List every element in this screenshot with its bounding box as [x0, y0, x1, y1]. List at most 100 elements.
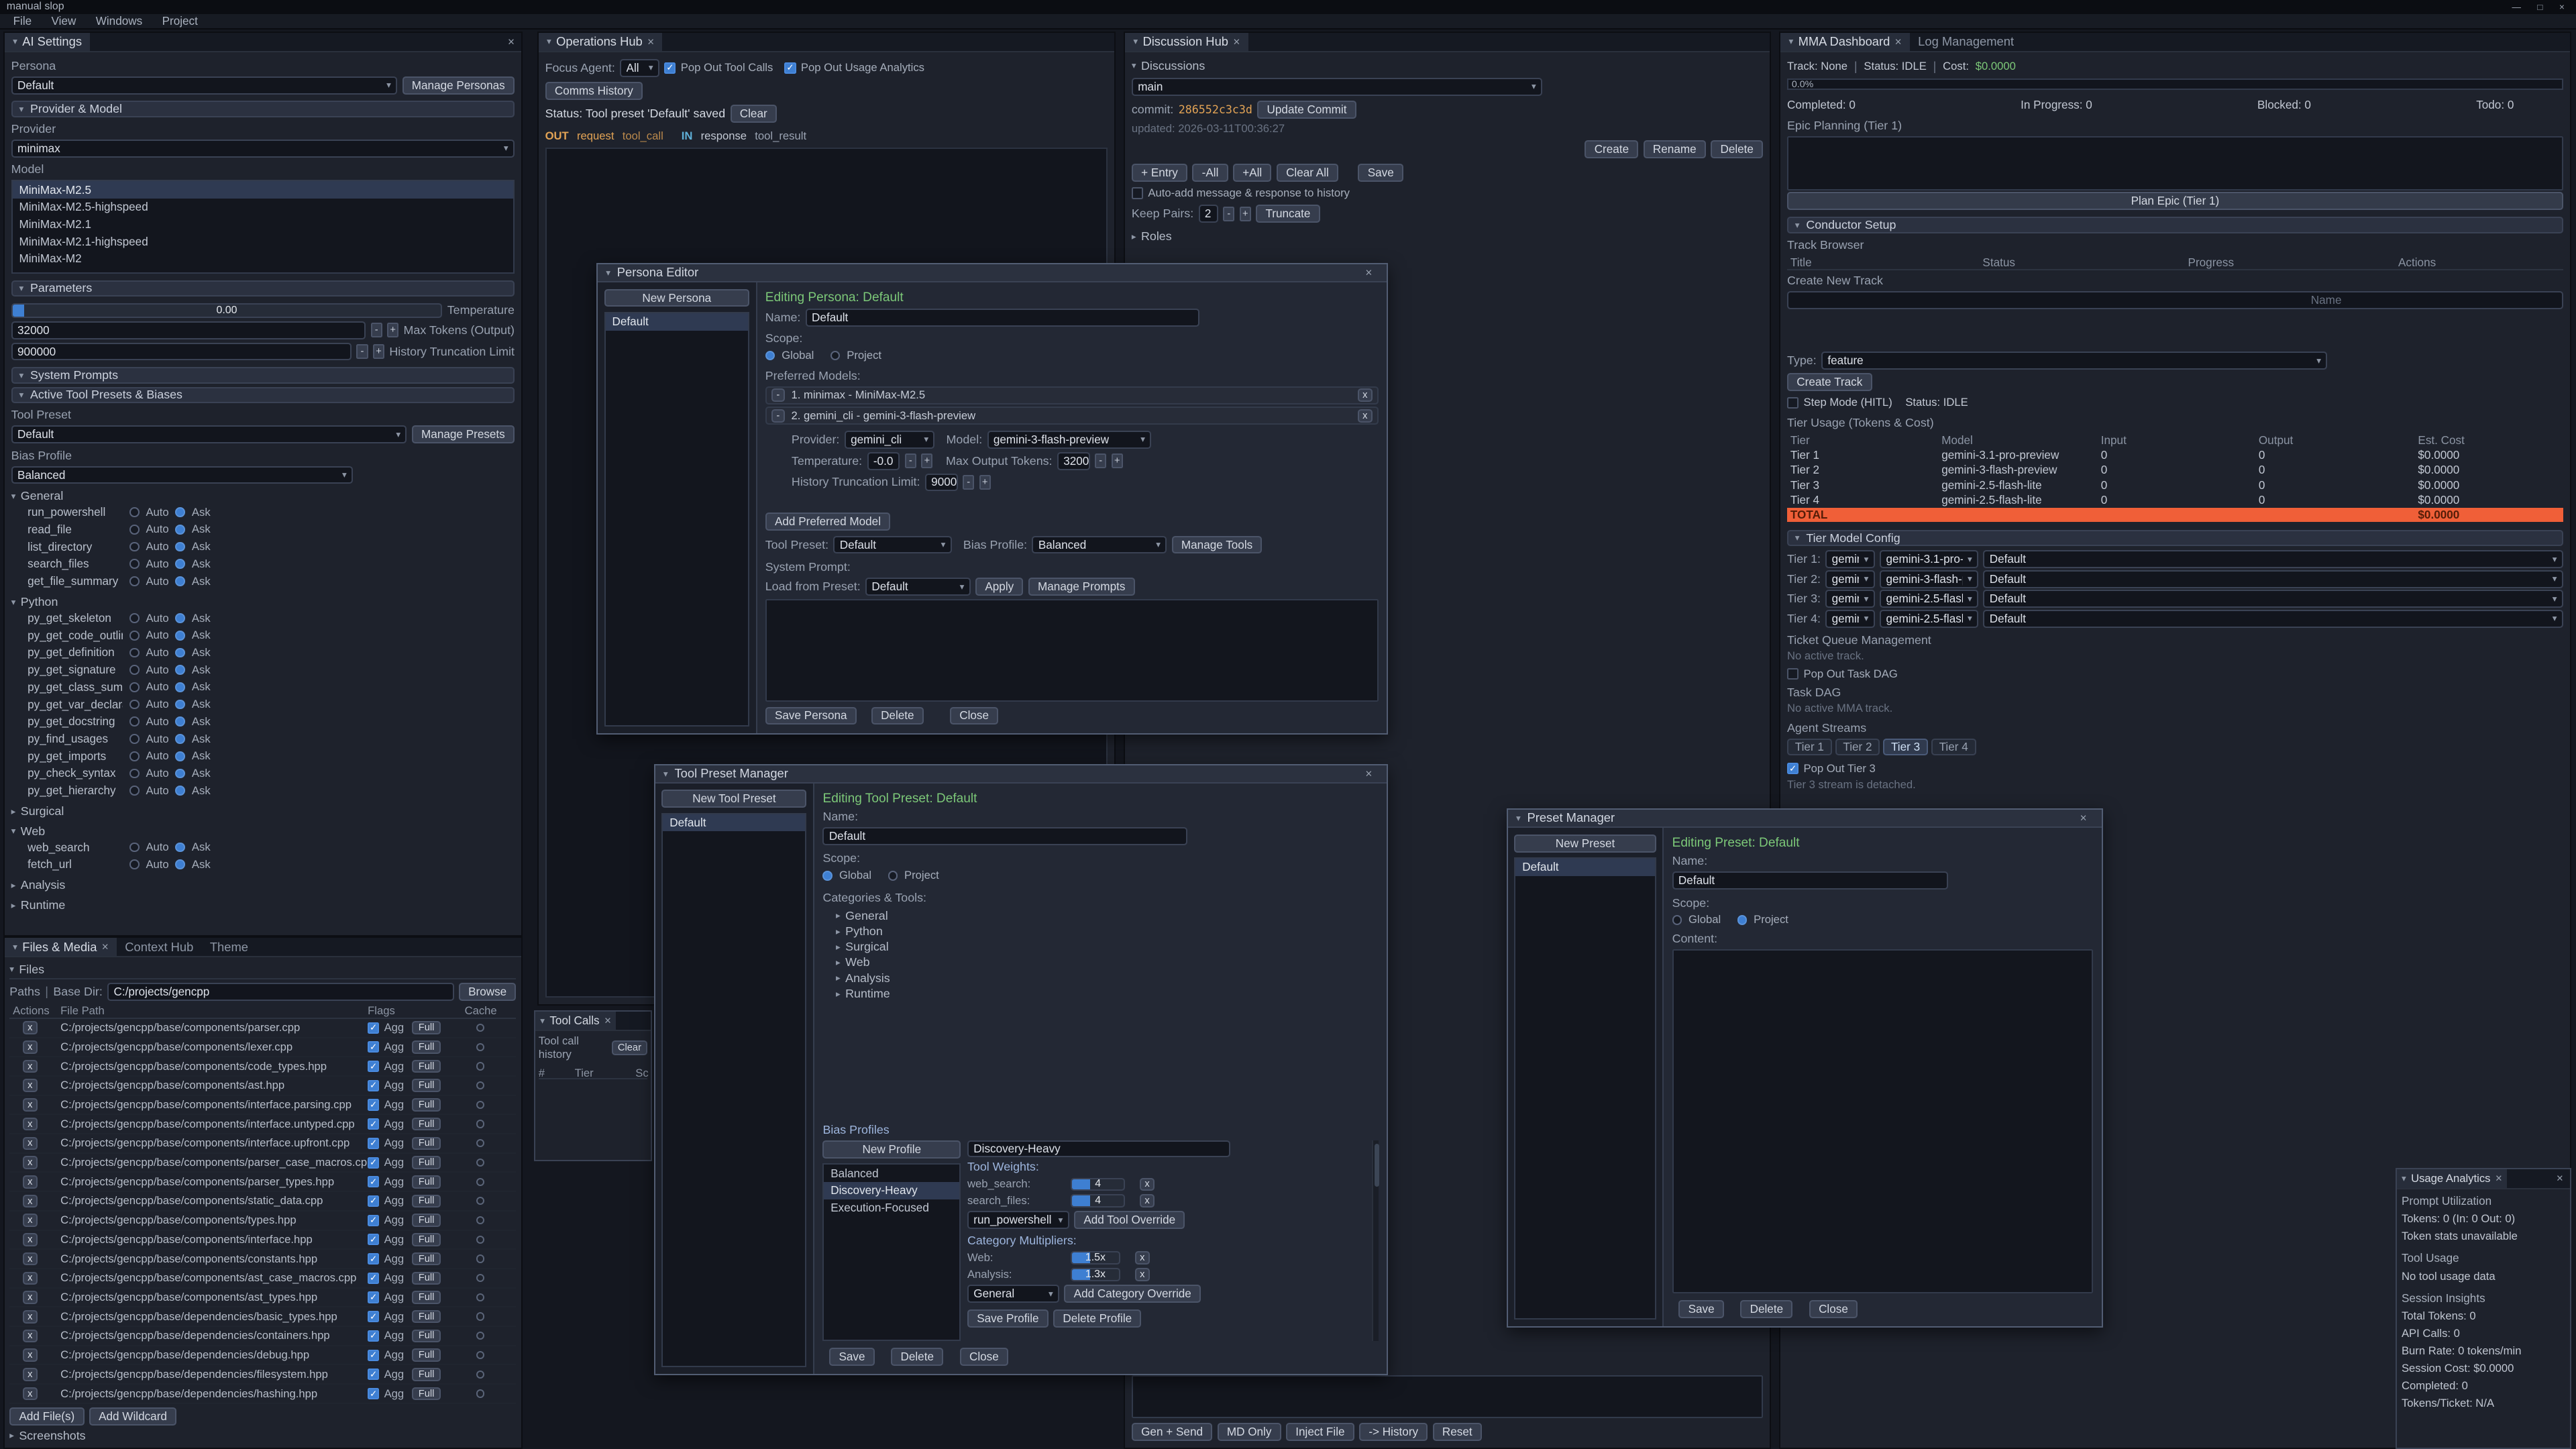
delete-button[interactable]: Delete: [1740, 1300, 1792, 1318]
scope-global-radio[interactable]: [822, 871, 833, 881]
menu-windows[interactable]: Windows: [87, 14, 150, 28]
scope-project-radio[interactable]: [830, 351, 841, 361]
new-preset-button[interactable]: New Preset: [1514, 835, 1656, 853]
radio-auto[interactable]: [129, 786, 140, 796]
radio-auto[interactable]: [129, 648, 140, 658]
radio-ask[interactable]: [175, 576, 185, 586]
close-icon[interactable]: ×: [1359, 767, 1379, 781]
full-button[interactable]: Full: [412, 1040, 440, 1054]
step-mode-checkbox[interactable]: [1787, 397, 1799, 409]
category-multiplier-slider[interactable]: 1.3x: [1071, 1268, 1120, 1281]
close-icon[interactable]: ×: [647, 35, 654, 49]
preset-content-input[interactable]: [1672, 949, 2094, 1293]
persona-item-default[interactable]: Default: [606, 313, 748, 331]
remove-file-button[interactable]: x: [23, 1118, 38, 1131]
agg-checkbox[interactable]: ✓: [368, 1330, 379, 1342]
remove-file-button[interactable]: x: [23, 1233, 38, 1246]
remove-file-button[interactable]: x: [23, 1021, 38, 1034]
radio-auto[interactable]: [129, 665, 140, 675]
new-profile-button[interactable]: New Profile: [822, 1140, 961, 1159]
screenshots-section-header[interactable]: ▸ Screenshots: [9, 1429, 516, 1443]
radio-ask[interactable]: [175, 859, 185, 869]
clear-all-button[interactable]: Clear All: [1277, 164, 1338, 182]
full-button[interactable]: Full: [412, 1175, 440, 1189]
radio-ask[interactable]: [175, 751, 185, 761]
close-icon[interactable]: ×: [2496, 1171, 2502, 1185]
remove-file-button[interactable]: x: [23, 1387, 38, 1401]
agg-checkbox[interactable]: ✓: [368, 1253, 379, 1265]
category-web[interactable]: ▸Web: [822, 955, 1379, 970]
update-commit-button[interactable]: Update Commit: [1257, 101, 1356, 119]
menu-view[interactable]: View: [43, 14, 84, 28]
track-type-select[interactable]: feature▾: [1821, 352, 2327, 370]
increment-icon[interactable]: +: [387, 323, 398, 337]
close-icon[interactable]: ×: [604, 1014, 611, 1028]
pref-provider-select[interactable]: gemini_cli▾: [845, 431, 935, 449]
full-button[interactable]: Full: [412, 1214, 440, 1227]
model-option-minimax-m2-1-highspeed[interactable]: MiniMax-M2.1-highspeed: [13, 233, 513, 250]
delete-model-button[interactable]: x: [1358, 409, 1373, 423]
radio-ask[interactable]: [175, 525, 185, 535]
track-name-input[interactable]: Name: [1787, 291, 2563, 309]
inject-file-button[interactable]: Inject File: [1286, 1423, 1354, 1441]
tool-group-web[interactable]: ▾Web: [11, 824, 515, 839]
pref-temperature-input[interactable]: -0.0: [867, 452, 900, 470]
manage-presets-button[interactable]: Manage Presets: [412, 425, 515, 443]
focus-agent-select[interactable]: All▾: [620, 59, 659, 77]
truncate-button[interactable]: Truncate: [1256, 205, 1320, 223]
radio-ask[interactable]: [175, 734, 185, 744]
tool-preset-manager-titlebar[interactable]: ▾ Tool Preset Manager ×: [655, 765, 1387, 784]
radio-auto[interactable]: [129, 507, 140, 517]
full-button[interactable]: Full: [412, 1118, 440, 1131]
full-button[interactable]: Full: [412, 1368, 440, 1381]
stream-tab-tier-1[interactable]: Tier 1: [1787, 739, 1832, 755]
new-tool-preset-button[interactable]: New Tool Preset: [661, 790, 806, 808]
increment-icon[interactable]: +: [921, 453, 932, 468]
delete-profile-button[interactable]: Delete Profile: [1053, 1309, 1141, 1328]
message-input[interactable]: [1132, 1375, 1763, 1418]
tool-preset-select[interactable]: Default▾: [11, 425, 407, 443]
history-button[interactable]: -> History: [1359, 1423, 1428, 1441]
remove-file-button[interactable]: x: [23, 1156, 38, 1169]
reset-button[interactable]: Reset: [1433, 1423, 1482, 1441]
close-button[interactable]: Close: [1809, 1300, 1858, 1318]
model-option-minimax-m2-5[interactable]: MiniMax-M2.5: [13, 181, 513, 199]
delete-persona-button[interactable]: Delete: [871, 707, 924, 725]
agg-checkbox[interactable]: ✓: [368, 1368, 379, 1380]
pref-max-output-input[interactable]: 32000: [1057, 452, 1090, 470]
remove-file-button[interactable]: x: [23, 1214, 38, 1227]
radio-ask[interactable]: [175, 843, 185, 853]
agg-checkbox[interactable]: ✓: [368, 1311, 379, 1322]
radio-ask[interactable]: [175, 786, 185, 796]
pop-out-tool-calls-checkbox[interactable]: ✓: [664, 62, 676, 74]
preset-name-input[interactable]: Default: [1672, 871, 1948, 890]
agg-checkbox[interactable]: ✓: [368, 1273, 379, 1284]
agg-checkbox[interactable]: ✓: [368, 1176, 379, 1187]
scope-project-radio[interactable]: [1737, 915, 1748, 925]
profile-name-input[interactable]: Discovery-Heavy: [967, 1140, 1230, 1157]
files-section-header[interactable]: ▾ Files: [9, 963, 516, 979]
tab-theme[interactable]: Theme: [202, 938, 257, 956]
keep-pairs-input[interactable]: 2: [1199, 205, 1218, 223]
save-button[interactable]: Save: [829, 1348, 875, 1366]
tool-group-python[interactable]: ▾Python: [11, 595, 515, 610]
radio-auto[interactable]: [129, 859, 140, 869]
radio-auto[interactable]: [129, 843, 140, 853]
full-button[interactable]: Full: [412, 1079, 440, 1092]
close-button[interactable]: Close: [950, 707, 998, 725]
tool-group-surgical[interactable]: ▸Surgical: [11, 804, 515, 819]
create-track-button[interactable]: Create Track: [1787, 373, 1872, 391]
category-runtime[interactable]: ▸Runtime: [822, 986, 1379, 1002]
tier-model-select[interactable]: gemini-3-flash-preview▾: [1880, 570, 1978, 588]
remove-file-button[interactable]: x: [23, 1079, 38, 1092]
add-files-button[interactable]: Add File(s): [9, 1407, 84, 1426]
radio-auto[interactable]: [129, 559, 140, 569]
save-profile-button[interactable]: Save Profile: [967, 1309, 1049, 1328]
close-icon[interactable]: ×: [2550, 1171, 2570, 1185]
agg-checkbox[interactable]: ✓: [368, 1350, 379, 1361]
radio-ask[interactable]: [175, 665, 185, 675]
pop-out-dag-checkbox[interactable]: [1787, 668, 1799, 680]
scope-global-radio[interactable]: [1672, 915, 1682, 925]
close-icon[interactable]: ×: [501, 35, 521, 49]
close-icon[interactable]: ×: [1359, 266, 1379, 280]
